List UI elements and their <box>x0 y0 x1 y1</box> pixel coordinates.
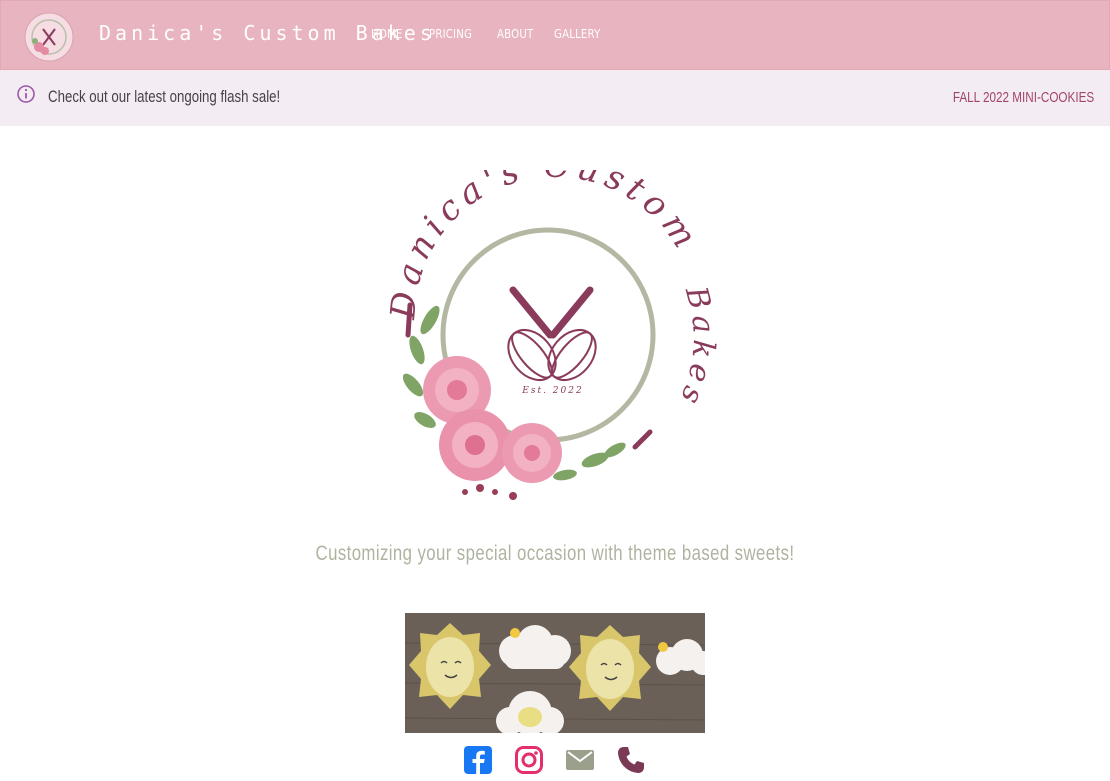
svg-text:Bakes: Bakes <box>671 282 721 414</box>
phone-icon[interactable] <box>616 745 646 775</box>
social-footer <box>0 735 1110 781</box>
nav-gallery-link[interactable]: GALLERY <box>554 27 600 41</box>
whisk-icon <box>509 286 594 339</box>
fall-mini-cookies-link[interactable]: FALL 2022 MINI-COOKIES <box>953 89 1094 106</box>
cookies-photo <box>405 613 705 733</box>
nav-pricing-link[interactable]: PRICING <box>429 27 472 41</box>
svg-text:Danica's Custom: Danica's Custom <box>385 170 708 322</box>
svg-text:Est. 2022: Est. 2022 <box>521 386 583 396</box>
brand-logo-icon[interactable] <box>23 11 75 63</box>
instagram-icon[interactable] <box>514 745 544 775</box>
bakery-logo-emblem: Danica's Custom Bakes Est. 2022 <box>385 170 721 500</box>
flash-sale-alert: Check out our latest ongoing flash sale!… <box>0 70 1110 126</box>
alert-message: Check out our latest ongoing flash sale! <box>48 87 281 106</box>
top-navbar: Danica's Custom Bakes HOME PRICING ABOUT… <box>0 0 1110 70</box>
facebook-icon[interactable] <box>463 745 493 775</box>
info-icon <box>17 85 35 103</box>
email-icon[interactable] <box>565 745 595 775</box>
nav-home-link[interactable]: HOME <box>371 27 402 41</box>
tagline: Customizing your special occasion with t… <box>315 542 795 565</box>
nav-about-link[interactable]: ABOUT <box>497 27 533 41</box>
main-nav: HOME PRICING ABOUT GALLERY <box>371 27 631 41</box>
